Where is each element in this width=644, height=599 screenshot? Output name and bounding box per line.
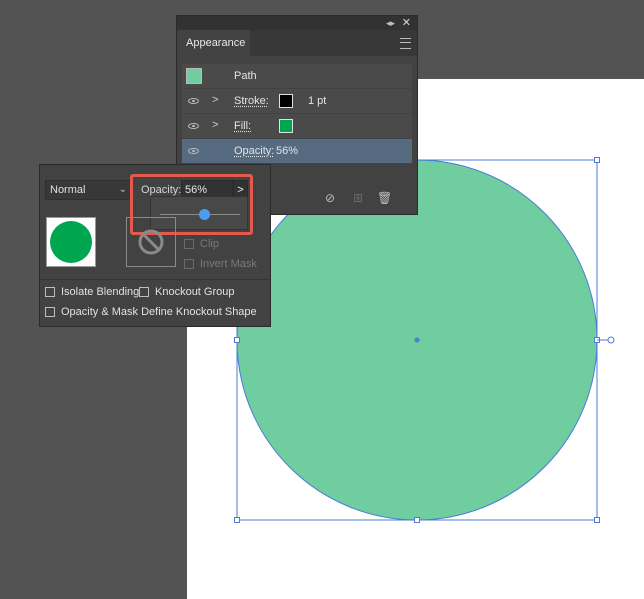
invert-mask-checkbox[interactable] xyxy=(184,259,194,269)
chevron-down-icon: ⌄ xyxy=(118,184,127,195)
object-thumbnail xyxy=(186,68,202,84)
fill-row[interactable]: > Fill: xyxy=(182,114,412,138)
stroke-swatch[interactable] xyxy=(279,94,293,108)
knockout-group-label: Knockout Group xyxy=(155,286,235,298)
thumbnail-circle xyxy=(50,221,92,263)
make-mask-box[interactable] xyxy=(126,217,176,267)
duplicate-item-icon[interactable]: ⊞ xyxy=(353,191,363,205)
opacity-row-value: 56% xyxy=(276,145,299,157)
collapse-icon[interactable]: ◂▸ xyxy=(386,16,395,30)
clear-appearance-icon[interactable]: ⊘ xyxy=(325,191,335,205)
clip-label: Clip xyxy=(200,238,219,250)
close-icon[interactable]: ✕ xyxy=(402,16,411,30)
fill-swatch[interactable] xyxy=(279,119,293,133)
bbox-handle-middle-left[interactable] xyxy=(234,337,240,343)
clip-checkbox[interactable] xyxy=(184,239,194,249)
blend-mode-value: Normal xyxy=(50,184,86,196)
bbox-handle-top-right[interactable] xyxy=(594,157,600,163)
chevron-right-icon[interactable]: > xyxy=(212,89,218,112)
panel-titlebar[interactable]: ◂▸ ✕ xyxy=(177,16,417,30)
stroke-row[interactable]: > Stroke: 1 pt xyxy=(182,89,412,113)
eye-icon[interactable] xyxy=(188,98,199,104)
stroke-label[interactable]: Stroke: xyxy=(234,89,269,113)
no-mask-icon xyxy=(138,229,164,255)
transparency-panel: Normal ⌄ Opacity: > Clip Invert Mask Iso… xyxy=(39,164,271,327)
invert-mask-label: Invert Mask xyxy=(200,258,257,270)
blend-mode-select[interactable]: Normal ⌄ xyxy=(45,180,133,200)
tab-appearance[interactable]: Appearance xyxy=(177,30,250,56)
path-row[interactable]: Path xyxy=(182,64,412,88)
path-label: Path xyxy=(234,70,257,82)
knockout-group-checkbox[interactable] xyxy=(139,287,149,297)
center-point xyxy=(414,337,420,343)
bbox-handle-bottom-center[interactable] xyxy=(414,517,420,523)
pie-widget-handle[interactable] xyxy=(607,336,615,344)
delete-icon[interactable]: 🗑 xyxy=(377,191,392,205)
artwork-thumbnail[interactable] xyxy=(46,217,96,267)
bbox-handle-bottom-right[interactable] xyxy=(594,517,600,523)
tab-row: Appearance xyxy=(177,30,417,56)
eye-icon[interactable] xyxy=(188,123,199,129)
panel-menu-icon[interactable] xyxy=(400,38,411,49)
fill-label[interactable]: Fill: xyxy=(234,114,251,138)
isolate-blending-label: Isolate Blending xyxy=(61,286,140,298)
opacity-row-label[interactable]: Opacity: xyxy=(234,139,274,163)
isolate-blending-checkbox[interactable] xyxy=(45,287,55,297)
opacity-row[interactable]: Opacity: 56% xyxy=(182,139,412,163)
opacity-mask-knockout-checkbox[interactable] xyxy=(45,307,55,317)
chevron-right-icon[interactable]: > xyxy=(212,114,218,137)
eye-icon[interactable] xyxy=(188,148,199,154)
bbox-handle-bottom-left[interactable] xyxy=(234,517,240,523)
opacity-mask-knockout-label: Opacity & Mask Define Knockout Shape xyxy=(61,306,257,318)
stroke-weight[interactable]: 1 pt xyxy=(308,89,326,113)
divider xyxy=(40,279,270,280)
